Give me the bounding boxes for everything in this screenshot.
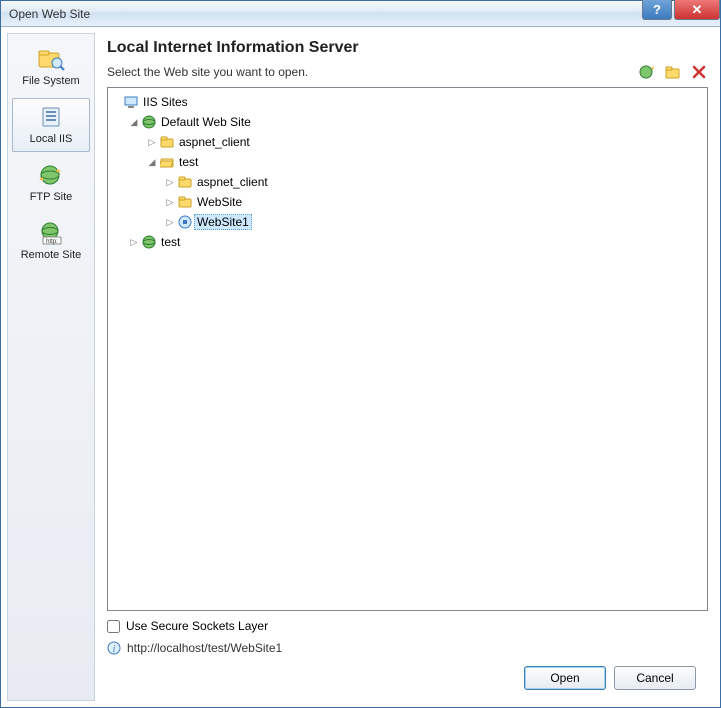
sidebar-item-local-iis[interactable]: Local IIS (12, 98, 90, 152)
tree-node-selected[interactable]: ▷ WebSite1 (110, 212, 705, 232)
tree-label: WebSite (194, 194, 245, 210)
tree-node[interactable]: ▷ aspnet_client (110, 132, 705, 152)
window-title: Open Web Site (1, 7, 90, 21)
sidebar-item-remote-site[interactable]: http: Remote Site (12, 214, 90, 268)
window-controls: ? ✕ (640, 0, 720, 20)
tree-label: aspnet_client (176, 134, 253, 150)
main-panel: Local Internet Information Server Select… (101, 33, 714, 701)
sidebar-item-label: File System (22, 75, 79, 87)
tree-label: WebSite1 (194, 214, 252, 230)
panel-subtitle: Select the Web site you want to open. (107, 65, 308, 79)
below-tree-area: Use Secure Sockets Layer i http://localh… (107, 619, 708, 655)
folder-icon (176, 176, 194, 188)
folder-magnifier-icon (35, 45, 67, 73)
tree-node[interactable]: ◢ test (110, 152, 705, 172)
open-button[interactable]: Open (524, 666, 606, 690)
sidebar-item-label: Remote Site (21, 249, 82, 261)
expander-collapsed-icon[interactable]: ▷ (164, 177, 176, 188)
tree-node[interactable]: ▷ WebSite (110, 192, 705, 212)
tree-label: test (158, 234, 183, 250)
sidebar-item-file-system[interactable]: File System (12, 40, 90, 94)
expander-collapsed-icon[interactable]: ▷ (164, 197, 176, 208)
sidebar-item-ftp-site[interactable]: FTP Site (12, 156, 90, 210)
folder-icon (176, 196, 194, 208)
tree-label: test (176, 154, 201, 170)
server-icon (35, 103, 67, 131)
close-button[interactable]: ✕ (674, 0, 720, 20)
tree-toolbar (638, 63, 708, 81)
new-vdir-button[interactable] (664, 63, 682, 81)
panel-heading: Local Internet Information Server (107, 39, 708, 57)
tree-label: aspnet_client (194, 174, 271, 190)
cancel-button[interactable]: Cancel (614, 666, 696, 690)
expander-expanded-icon[interactable]: ◢ (146, 157, 158, 168)
tree-label: IIS Sites (140, 94, 191, 110)
ssl-label: Use Secure Sockets Layer (126, 619, 268, 633)
selected-url: http://localhost/test/WebSite1 (127, 641, 282, 655)
tree-node-root[interactable]: IIS Sites (110, 92, 705, 112)
dialog-body: File System Local IIS FTP Site http: Rem… (1, 27, 720, 707)
app-icon (176, 215, 194, 229)
folder-open-icon (158, 156, 176, 168)
tree-node[interactable]: ▷ test (110, 232, 705, 252)
dialog-footer: Open Cancel (107, 655, 708, 701)
delete-button[interactable] (690, 63, 708, 81)
globe-http-icon: http: (35, 219, 67, 247)
expander-collapsed-icon[interactable]: ▷ (146, 137, 158, 148)
tree-label: Default Web Site (158, 114, 254, 130)
sidebar-item-label: FTP Site (30, 191, 73, 203)
folder-icon (158, 136, 176, 148)
sites-tree[interactable]: IIS Sites ◢ Default Web Site ▷ aspnet_cl… (107, 87, 708, 611)
new-app-button[interactable] (638, 63, 656, 81)
info-icon: i (107, 641, 121, 655)
expander-collapsed-icon[interactable]: ▷ (164, 217, 176, 228)
expander-collapsed-icon[interactable]: ▷ (128, 237, 140, 248)
globe-arrows-icon (35, 161, 67, 189)
expander-expanded-icon[interactable]: ◢ (128, 117, 140, 128)
ssl-checkbox[interactable] (107, 620, 120, 633)
globe-icon (140, 115, 158, 129)
computer-icon (122, 95, 140, 109)
tree-node[interactable]: ◢ Default Web Site (110, 112, 705, 132)
open-website-dialog: Open Web Site ? ✕ File System Local IIS (0, 0, 721, 708)
tree-node[interactable]: ▷ aspnet_client (110, 172, 705, 192)
svg-text:i: i (113, 644, 116, 655)
sidebar-item-label: Local IIS (30, 133, 73, 145)
help-button[interactable]: ? (642, 0, 672, 20)
svg-text:http:: http: (46, 239, 58, 245)
globe-icon (140, 235, 158, 249)
titlebar[interactable]: Open Web Site ? ✕ (1, 1, 720, 27)
source-sidebar: File System Local IIS FTP Site http: Rem… (7, 33, 95, 701)
